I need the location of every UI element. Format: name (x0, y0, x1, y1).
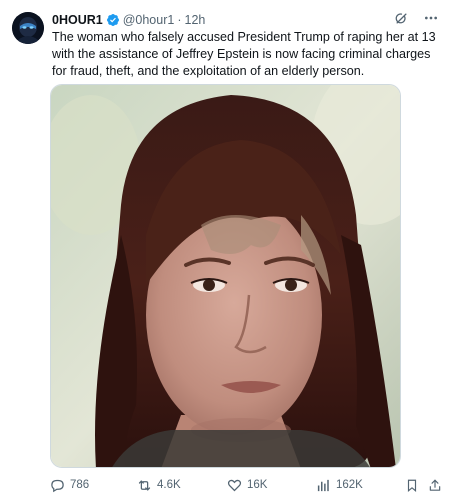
author-handle[interactable]: @0hour1 (123, 13, 175, 27)
separator-dot: · (177, 13, 182, 27)
bookmark-button[interactable] (404, 476, 419, 494)
tweet-header: 0HOUR1 @0hour1 · 12h (52, 11, 205, 29)
post-time[interactable]: 12h (185, 13, 206, 27)
tweet: 0HOUR1 @0hour1 · 12h The woman who false (0, 0, 453, 500)
portrait-image (51, 85, 400, 467)
tweet-text: The woman who falsely accused President … (52, 30, 436, 78)
header-actions (393, 10, 439, 26)
reply-count: 786 (70, 479, 90, 491)
repost-count: 4.6K (157, 479, 181, 491)
grok-icon[interactable] (393, 10, 409, 26)
share-icon (427, 478, 442, 493)
more-icon[interactable] (423, 10, 439, 26)
share-button[interactable] (427, 476, 442, 494)
verified-badge-icon (106, 13, 120, 27)
avatar[interactable] (12, 12, 44, 44)
views-icon (316, 478, 331, 493)
tweet-image[interactable] (50, 84, 401, 468)
action-bar: 786 4.6K 16K 162K (50, 476, 445, 496)
display-name[interactable]: 0HOUR1 (52, 13, 103, 27)
heart-icon (227, 478, 242, 493)
reply-icon (50, 478, 65, 493)
views-count: 162K (336, 479, 363, 491)
like-count: 16K (247, 479, 268, 491)
avatar-icon (12, 12, 44, 44)
like-button[interactable]: 16K (227, 476, 267, 494)
repost-button[interactable]: 4.6K (137, 476, 181, 494)
bookmark-icon (404, 478, 419, 493)
reply-button[interactable]: 786 (50, 476, 89, 494)
repost-icon (137, 478, 152, 493)
views-button[interactable]: 162K (316, 476, 363, 494)
